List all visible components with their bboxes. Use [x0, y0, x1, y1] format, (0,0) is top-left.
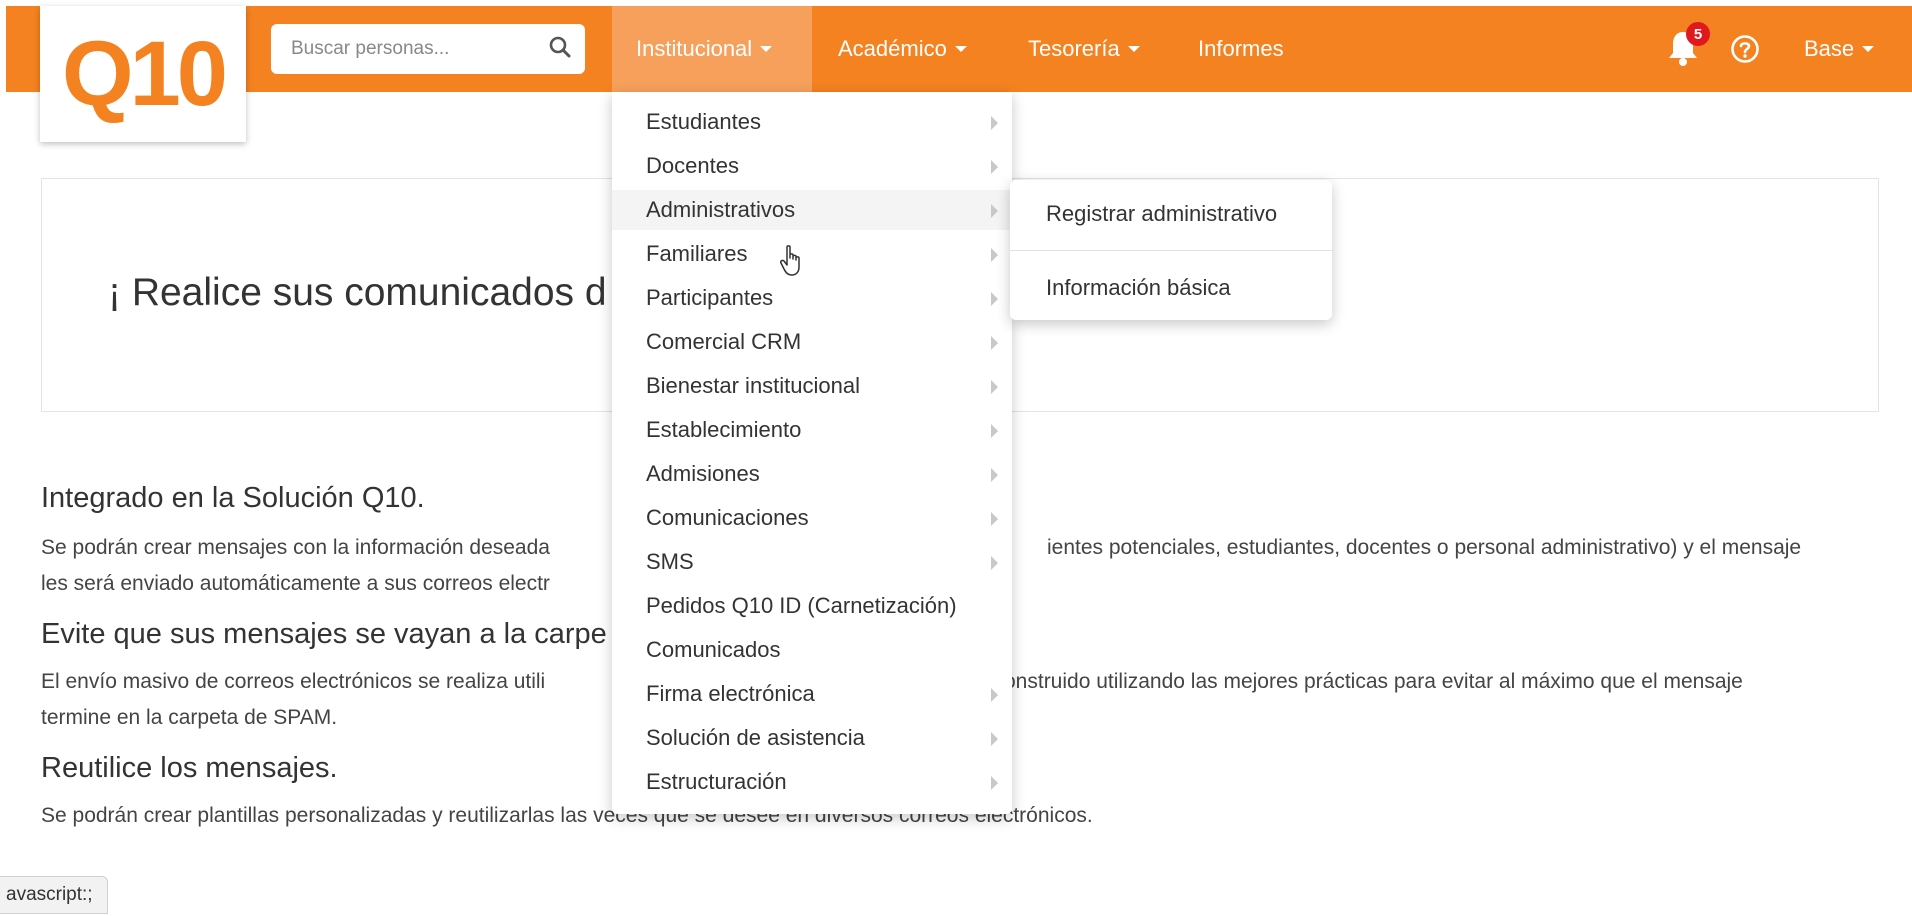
nav-institucional[interactable]: Institucional: [612, 6, 812, 92]
chevron-right-icon: [991, 204, 998, 218]
chevron-right-icon: [991, 688, 998, 702]
chevron-right-icon: [991, 776, 998, 790]
chevron-right-icon: [991, 424, 998, 438]
chevron-right-icon: [991, 248, 998, 262]
menu-item-admisiones[interactable]: Admisiones: [612, 454, 1012, 494]
menu-item-comunicados[interactable]: Comunicados: [612, 630, 1012, 670]
nav-base[interactable]: Base: [1804, 6, 1875, 92]
notification-badge: 5: [1686, 22, 1710, 46]
menu-item-firma-electronica[interactable]: Firma electrónica: [612, 674, 1012, 714]
menu-item-label: Firma electrónica: [646, 681, 815, 706]
menu-item-estructuracion[interactable]: Estructuración: [612, 762, 1012, 802]
chevron-down-icon: [760, 46, 773, 52]
nav-label: Académico: [838, 36, 947, 61]
menu-item-administrativos[interactable]: Administrativos: [612, 190, 1012, 230]
chevron-right-icon: [991, 336, 998, 350]
menu-item-label: Comercial CRM: [646, 329, 802, 354]
menu-item-label: Comunicados: [646, 637, 781, 662]
text-line: termine en la carpeta de SPAM.: [41, 706, 338, 729]
menu-item-label: Comunicaciones: [646, 505, 809, 530]
menu-item-label: Establecimiento: [646, 417, 802, 442]
chevron-right-icon: [991, 732, 998, 746]
text-line: les será enviado automáticamente a sus c…: [41, 572, 550, 595]
menu-item-label: Estudiantes: [646, 109, 761, 134]
menu-item-label: Admisiones: [646, 461, 760, 486]
search-box[interactable]: [271, 24, 585, 74]
menu-item-bienestar[interactable]: Bienestar institucional: [612, 366, 1012, 406]
q10-logo[interactable]: Q10: [40, 6, 246, 142]
section-title: Reutilice los mensajes.: [41, 752, 338, 784]
chevron-right-icon: [991, 556, 998, 570]
search-input[interactable]: [289, 37, 549, 61]
nav-label: Base: [1804, 36, 1855, 61]
administrativos-submenu: Registrar administrativo Información bás…: [1010, 180, 1332, 320]
chevron-down-icon: [954, 46, 967, 52]
menu-item-label: Docentes: [646, 153, 739, 178]
menu-divider: [1010, 250, 1332, 251]
menu-item-label: Pedidos Q10 ID (Carnetización): [646, 593, 957, 618]
chevron-down-icon: [1862, 46, 1875, 52]
help-icon[interactable]: [1730, 34, 1760, 64]
nav-label: Tesorería: [1028, 36, 1120, 61]
nav-label: Institucional: [636, 36, 753, 61]
menu-item-label: Bienestar institucional: [646, 373, 861, 398]
menu-item-establecimiento[interactable]: Establecimiento: [612, 410, 1012, 450]
menu-item-label: Estructuración: [646, 769, 787, 794]
text-line: onstruido utilizando las mejores práctic…: [1004, 670, 1743, 693]
menu-item-label: Participantes: [646, 285, 774, 310]
submenu-informacion-basica[interactable]: Información básica: [1010, 264, 1332, 312]
section-title: Integrado en la Solución Q10.: [41, 482, 425, 514]
submenu-registrar-administrativo[interactable]: Registrar administrativo: [1010, 190, 1332, 238]
logo-text: Q10: [62, 22, 228, 125]
text-line: Se podrán crear mensajes con la informac…: [41, 536, 550, 559]
chevron-right-icon: [991, 512, 998, 526]
nav-academico[interactable]: Académico: [838, 6, 967, 92]
menu-item-label: Administrativos: [646, 197, 796, 222]
status-url: avascript:;: [6, 884, 93, 905]
menu-item-label: Familiares: [646, 241, 748, 266]
institucional-dropdown: Estudiantes Docentes Administrativos Fam…: [612, 92, 1012, 814]
menu-item-estudiantes[interactable]: Estudiantes: [612, 102, 1012, 142]
hand-pointer-cursor-icon: [779, 244, 805, 278]
menu-item-participantes[interactable]: Participantes: [612, 278, 1012, 318]
submenu-label: Registrar administrativo: [1046, 201, 1278, 226]
menu-item-pedidos-q10-id[interactable]: Pedidos Q10 ID (Carnetización): [612, 586, 1012, 626]
text-line: ientes potenciales, estudiantes, docente…: [1047, 536, 1802, 559]
menu-item-comercial-crm[interactable]: Comercial CRM: [612, 322, 1012, 362]
chevron-down-icon: [1127, 46, 1140, 52]
section-title: Evite que sus mensajes se vayan a la car…: [41, 618, 607, 650]
chevron-right-icon: [991, 380, 998, 394]
banner-title: ¡ Realice sus comunicados d: [108, 271, 607, 314]
menu-item-solucion-asistencia[interactable]: Solución de asistencia: [612, 718, 1012, 758]
nav-label: Informes: [1198, 36, 1284, 61]
submenu-label: Información básica: [1046, 275, 1231, 300]
menu-item-label: SMS: [646, 549, 694, 574]
search-icon[interactable]: [549, 36, 571, 63]
chevron-right-icon: [991, 468, 998, 482]
text-line: El envío masivo de correos electrónicos …: [41, 670, 546, 693]
menu-item-label: Solución de asistencia: [646, 725, 865, 750]
chevron-right-icon: [991, 292, 998, 306]
nav-tesoreria[interactable]: Tesorería: [1028, 6, 1140, 92]
menu-item-docentes[interactable]: Docentes: [612, 146, 1012, 186]
chevron-right-icon: [991, 160, 998, 174]
menu-item-sms[interactable]: SMS: [612, 542, 1012, 582]
browser-status-bar: avascript:;: [0, 876, 108, 914]
menu-item-comunicaciones[interactable]: Comunicaciones: [612, 498, 1012, 538]
chevron-right-icon: [991, 116, 998, 130]
menu-item-familiares[interactable]: Familiares: [612, 234, 1012, 274]
nav-informes[interactable]: Informes: [1198, 6, 1284, 92]
